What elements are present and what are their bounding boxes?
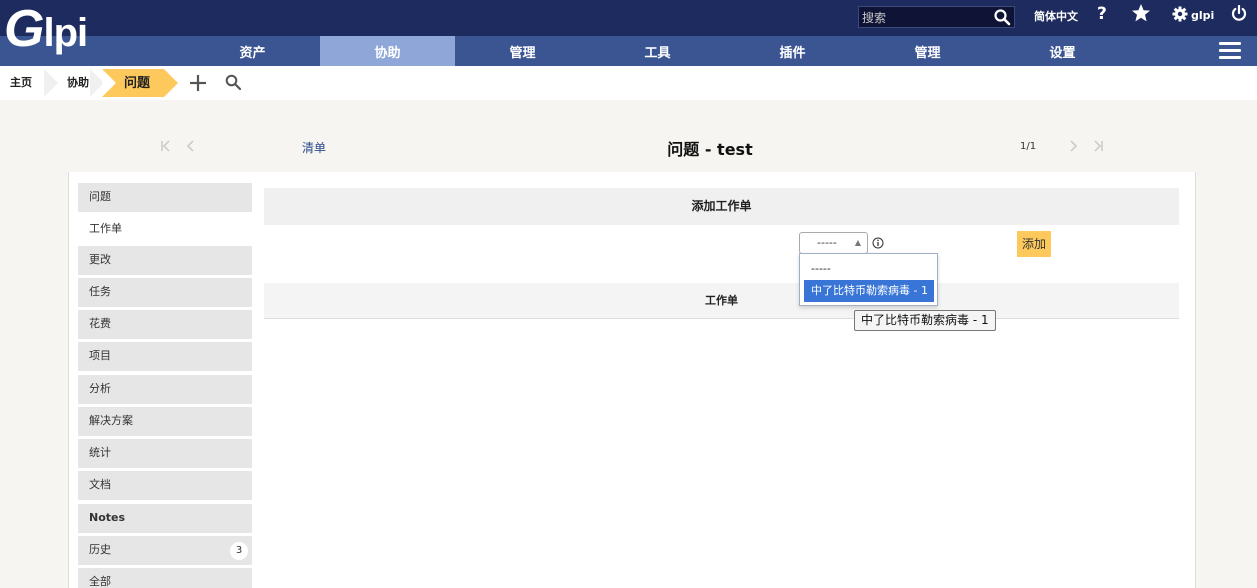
ticket-dropdown: ----- 中了比特币勒索病毒 - 1 xyxy=(799,253,938,306)
history-count-badge: 3 xyxy=(230,542,248,560)
hamburger-menu-icon[interactable] xyxy=(1219,42,1241,60)
breadcrumb-problem-label: 问题 xyxy=(124,76,151,91)
search-input[interactable] xyxy=(862,9,988,26)
tab-analysis[interactable]: 分析 xyxy=(78,375,252,404)
tickets-list-header: 工作单 xyxy=(264,283,1179,319)
help-icon[interactable]: ? xyxy=(1097,4,1107,24)
nav-item-setup[interactable]: 设置 xyxy=(995,36,1130,66)
last-page-icon[interactable] xyxy=(1092,139,1104,153)
top-header: 简体中文 ? glpi xyxy=(0,0,1257,36)
tab-statistics[interactable]: 统计 xyxy=(78,439,252,468)
dropdown-option-ticket[interactable]: 中了比特币勒索病毒 - 1 xyxy=(804,280,934,302)
search-box xyxy=(858,6,1015,28)
breadcrumb-notch-icon xyxy=(102,69,116,97)
info-icon[interactable] xyxy=(872,237,884,249)
dropdown-option-empty[interactable]: ----- xyxy=(804,258,934,280)
tab-changes[interactable]: 更改 xyxy=(78,246,252,275)
tab-notes[interactable]: Notes xyxy=(78,504,252,533)
tab-tasks[interactable]: 任务 xyxy=(78,278,252,307)
tab-costs[interactable]: 花费 xyxy=(78,310,252,339)
tab-solution[interactable]: 解决方案 xyxy=(78,407,252,436)
nav-item-assets[interactable]: 资产 xyxy=(185,36,320,66)
star-icon[interactable] xyxy=(1131,3,1151,23)
nav-item-assistance[interactable]: 协助 xyxy=(320,36,455,66)
nav-item-tools[interactable]: 工具 xyxy=(590,36,725,66)
tab-tickets[interactable]: 工作单 xyxy=(78,215,252,244)
add-ticket-header: 添加工作单 xyxy=(264,188,1179,225)
logo-g: G xyxy=(4,0,44,58)
page-counter: 1/1 xyxy=(1020,141,1037,152)
nav-item-administration[interactable]: 管理 xyxy=(860,36,995,66)
logo-text: lpi xyxy=(43,11,88,55)
tab-problem[interactable]: 问题 xyxy=(78,183,252,212)
ticket-select-value: ----- xyxy=(817,236,837,249)
main-nav: 资产 协助 管理 工具 插件 管理 设置 xyxy=(0,36,1257,66)
add-button[interactable]: 添加 xyxy=(1017,231,1051,257)
breadcrumb-home-label: 主页 xyxy=(10,76,32,89)
tab-documents[interactable]: 文档 xyxy=(78,471,252,500)
tab-all[interactable]: 全部 xyxy=(78,568,252,588)
breadcrumb-assistance-label: 协助 xyxy=(67,76,89,89)
tab-history-label: 历史 xyxy=(89,543,111,556)
add-icon[interactable] xyxy=(189,74,207,92)
tab-projects[interactable]: 项目 xyxy=(78,342,252,371)
language-switch[interactable]: 简体中文 xyxy=(1034,8,1078,24)
search-icon[interactable] xyxy=(993,8,1011,26)
breadcrumb-arrow-icon xyxy=(164,69,178,97)
user-name[interactable]: glpi xyxy=(1191,9,1214,22)
option-tooltip: 中了比特币勒索病毒 - 1 xyxy=(854,310,996,331)
ticket-select[interactable]: ----- ▲ xyxy=(799,232,868,254)
search-icon[interactable] xyxy=(225,74,241,90)
next-page-icon[interactable] xyxy=(1068,139,1078,153)
nav-item-plugins[interactable]: 插件 xyxy=(725,36,860,66)
app-logo[interactable]: Glpi xyxy=(4,3,104,61)
nav-item-management[interactable]: 管理 xyxy=(455,36,590,66)
tab-history[interactable]: 历史 3 xyxy=(78,536,252,565)
gear-icon[interactable] xyxy=(1172,6,1188,22)
caret-up-icon: ▲ xyxy=(854,238,861,247)
logout-icon[interactable] xyxy=(1231,5,1247,21)
